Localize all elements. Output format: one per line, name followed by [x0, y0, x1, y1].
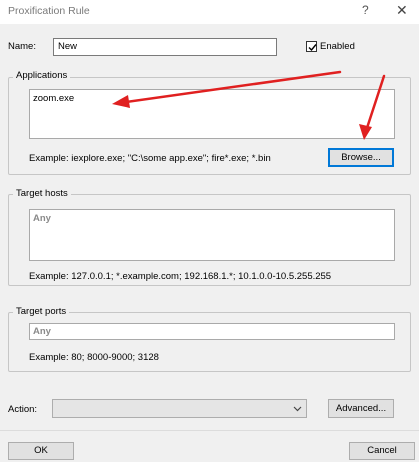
window-title: Proxification Rule [8, 5, 90, 17]
ok-button[interactable]: OK [8, 442, 74, 460]
target-ports-group [8, 312, 411, 372]
applications-group-title: Applications [13, 70, 71, 81]
checkmark-icon [308, 44, 317, 52]
target-hosts-textarea[interactable]: Any [29, 209, 395, 261]
enabled-label: Enabled [320, 41, 355, 52]
name-input-value: New [58, 41, 78, 52]
close-icon[interactable]: ✕ [396, 2, 408, 19]
target-ports-input[interactable]: Any [29, 323, 395, 340]
help-icon[interactable]: ? [362, 3, 369, 17]
applications-textarea[interactable]: zoom.exe [29, 89, 395, 139]
target-ports-group-title: Target ports [13, 306, 70, 317]
target-hosts-group-title: Target hosts [13, 188, 71, 199]
target-hosts-example: Example: 127.0.0.1; *.example.com; 192.1… [29, 271, 332, 282]
enabled-checkbox[interactable] [306, 41, 317, 52]
cancel-button[interactable]: Cancel [349, 442, 415, 460]
applications-value: zoom.exe [33, 93, 75, 104]
target-ports-example: Example: 80; 8000-9000; 3128 [29, 352, 159, 363]
action-label: Action: [8, 404, 38, 415]
name-input[interactable]: New [53, 38, 277, 56]
target-hosts-value: Any [33, 213, 51, 224]
footer-divider [0, 430, 419, 431]
action-select[interactable] [52, 399, 307, 418]
target-ports-value: Any [33, 326, 51, 337]
advanced-button[interactable]: Advanced... [328, 399, 394, 418]
name-label: Name: [8, 41, 36, 52]
chevron-down-icon [293, 406, 302, 412]
applications-example: Example: iexplore.exe; "C:\some app.exe"… [29, 153, 271, 164]
browse-button[interactable]: Browse... [328, 148, 394, 167]
